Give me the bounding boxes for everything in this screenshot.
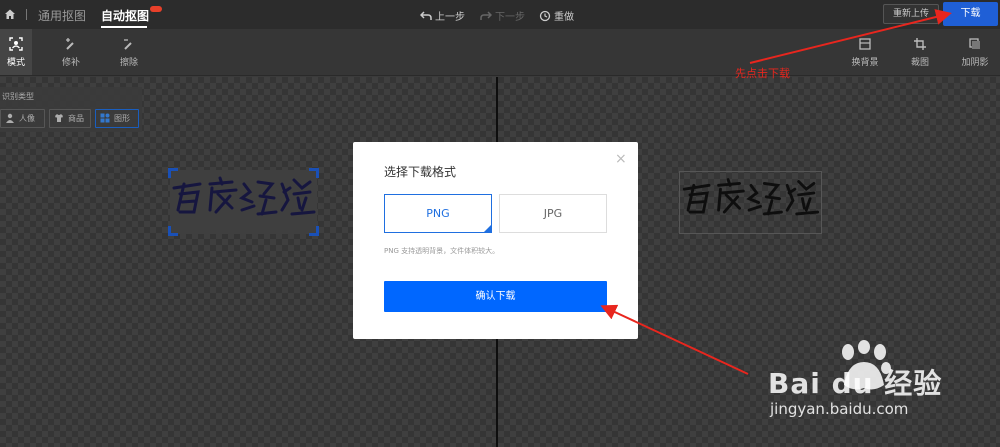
watermark-url: jingyan.baidu.com [770,400,909,418]
watermark-logo: Bai du 经验 [768,367,943,400]
arrow-to-download [749,9,952,64]
arrow-to-confirm [600,304,749,375]
baidu-jingyan-watermark: Bai du 经验 jingyan.baidu.com [768,340,1000,447]
